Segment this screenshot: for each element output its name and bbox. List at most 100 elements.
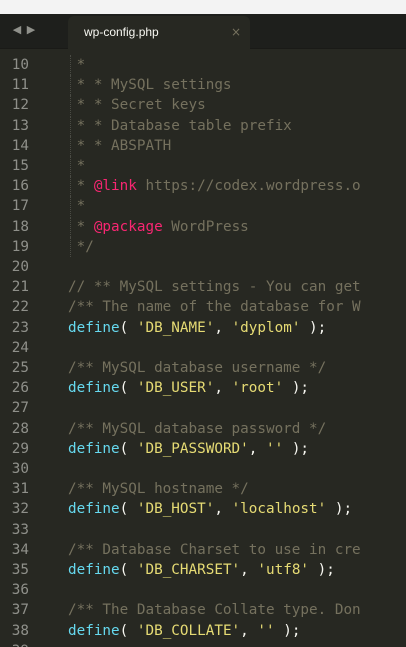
line-number: 23 bbox=[11, 319, 29, 336]
code-text: * bbox=[68, 196, 86, 216]
code-token: ( bbox=[119, 380, 137, 397]
code-line[interactable]: 35 define( 'DB_CHARSET', 'utf8' ); bbox=[0, 560, 406, 580]
code-line[interactable]: 32 define( 'DB_HOST', 'localhost' ); bbox=[0, 499, 406, 519]
tab-wp-config[interactable]: wp-config.php × bbox=[68, 16, 250, 49]
code-token: ); bbox=[309, 562, 335, 578]
code-text: define( 'DB_NAME', 'dyplom' ); bbox=[68, 318, 326, 338]
code-line[interactable]: 33 bbox=[0, 520, 406, 540]
code-text: // ** MySQL settings - You can get bbox=[68, 277, 361, 297]
code-line[interactable]: 29 define( 'DB_PASSWORD', '' ); bbox=[0, 439, 406, 459]
code-token: @package bbox=[93, 218, 163, 235]
code-line[interactable]: 21 // ** MySQL settings - You can get bbox=[0, 277, 406, 297]
code-text: * * Database table prefix bbox=[68, 116, 292, 136]
line-number: 31 bbox=[11, 481, 29, 498]
line-number: 12 bbox=[11, 97, 29, 114]
code-line[interactable]: 11 * * MySQL settings bbox=[0, 75, 406, 96]
code-text: /** MySQL hostname */ bbox=[68, 479, 249, 499]
code-token: https://codex.wordpress.o bbox=[136, 178, 361, 195]
code-text: /** Database Charset to use in cre bbox=[68, 540, 361, 560]
code-line[interactable]: 12 * * Secret keys bbox=[0, 95, 406, 116]
code-line[interactable]: 38 define( 'DB_COLLATE', '' ); bbox=[0, 621, 406, 641]
code-text: define( 'DB_HOST', 'localhost' ); bbox=[68, 499, 352, 519]
line-number: 17 bbox=[11, 198, 29, 215]
line-number: 22 bbox=[11, 299, 29, 316]
code-token: ); bbox=[326, 501, 353, 518]
code-text: define( 'DB_CHARSET', 'utf8' ); bbox=[68, 560, 335, 580]
code-text: * * Secret keys bbox=[68, 95, 206, 115]
code-token: , bbox=[214, 501, 232, 518]
code-token: , bbox=[214, 319, 232, 336]
code-token: WordPress bbox=[162, 218, 249, 235]
line-number: 26 bbox=[11, 380, 29, 397]
code-token: * * Secret keys bbox=[68, 97, 206, 114]
code-line[interactable]: 16 * @link https://codex.wordpress.o bbox=[0, 176, 406, 197]
line-number: 14 bbox=[11, 137, 29, 154]
line-number: 38 bbox=[11, 622, 29, 639]
code-editor[interactable]: 10 * 11 * * MySQL settings 12 * * Secret k… bbox=[0, 49, 406, 647]
code-token: define bbox=[68, 622, 120, 639]
code-token: ( bbox=[119, 319, 137, 336]
close-icon[interactable]: × bbox=[231, 24, 241, 40]
code-token: ( bbox=[119, 440, 137, 457]
code-text: * * ABSPATH bbox=[68, 136, 172, 156]
line-number: 39 bbox=[0, 641, 29, 647]
code-token: /** MySQL database username */ bbox=[68, 360, 327, 376]
line-number: 19 bbox=[11, 238, 29, 255]
code-line[interactable]: 39 bbox=[0, 641, 406, 647]
code-text: * * MySQL settings bbox=[68, 75, 232, 95]
code-token: * * Database table prefix bbox=[68, 117, 292, 134]
code-line[interactable]: 26 define( 'DB_USER', 'root' ); bbox=[0, 378, 406, 398]
code-token: * bbox=[68, 218, 94, 235]
code-token: , bbox=[240, 622, 258, 639]
code-line[interactable]: 13 * * Database table prefix bbox=[0, 115, 406, 136]
line-number: 33 bbox=[11, 521, 29, 538]
code-line[interactable]: 14 * * ABSPATH bbox=[0, 135, 406, 156]
tab-title: wp-config.php bbox=[84, 25, 159, 39]
code-text: /** MySQL database username */ bbox=[68, 358, 326, 378]
code-line[interactable]: 20 bbox=[0, 257, 406, 277]
line-number: 10 bbox=[11, 57, 29, 73]
code-token: */ bbox=[68, 238, 94, 255]
code-text: /** The name of the database for W bbox=[68, 297, 361, 317]
line-number: 21 bbox=[11, 279, 29, 296]
code-token: define bbox=[68, 380, 120, 397]
code-token: /** MySQL hostname */ bbox=[68, 481, 249, 498]
line-number: 11 bbox=[11, 77, 29, 94]
line-number: 37 bbox=[11, 602, 29, 619]
code-line[interactable]: 37 /** The Database Collate type. Don bbox=[0, 600, 406, 620]
line-number: 32 bbox=[11, 501, 29, 518]
code-token: 'DB_PASSWORD' bbox=[136, 440, 249, 457]
code-text: define( 'DB_COLLATE', '' ); bbox=[68, 621, 300, 641]
code-token: define bbox=[68, 319, 120, 336]
forward-arrow-icon[interactable]: ▶ bbox=[25, 23, 37, 37]
code-line[interactable]: 22 /** The name of the database for W bbox=[0, 297, 406, 317]
code-line[interactable]: 24 bbox=[0, 338, 406, 358]
back-arrow-icon[interactable]: ◀ bbox=[11, 23, 23, 37]
code-text: * bbox=[68, 156, 86, 176]
line-number: 29 bbox=[11, 440, 29, 457]
code-line[interactable]: 18 * @package WordPress bbox=[0, 216, 406, 237]
code-token: /** Database Charset to use in cre bbox=[68, 541, 361, 558]
code-line[interactable]: 28 /** MySQL database password */ bbox=[0, 419, 406, 439]
code-line[interactable]: 30 bbox=[0, 459, 406, 479]
code-line[interactable]: 36 bbox=[0, 580, 406, 600]
line-number: 30 bbox=[11, 461, 29, 477]
code-token: , bbox=[214, 380, 232, 397]
code-line[interactable]: 19 */ bbox=[0, 236, 406, 257]
line-number: 28 bbox=[11, 420, 29, 437]
code-line[interactable]: 34 /** Database Charset to use in cre bbox=[0, 540, 406, 560]
code-token: ); bbox=[283, 380, 310, 397]
code-line[interactable]: 25 /** MySQL database username */ bbox=[0, 358, 406, 378]
sublime-text-window: ◀ ▶ wp-config.php × 10 * 11 * * MySQL set… bbox=[0, 0, 406, 647]
line-number: 13 bbox=[11, 117, 29, 134]
code-line[interactable]: 10 * bbox=[0, 55, 406, 75]
code-line[interactable]: 27 bbox=[0, 398, 406, 418]
code-token: * bbox=[68, 57, 86, 73]
code-token: 'utf8' bbox=[257, 562, 310, 578]
code-line[interactable]: 15 * bbox=[0, 156, 406, 176]
code-line[interactable]: 23 define( 'DB_NAME', 'dyplom' ); bbox=[0, 318, 406, 338]
code-token: '' bbox=[266, 440, 284, 457]
line-number: 20 bbox=[11, 259, 29, 275]
code-line[interactable]: 31 /** MySQL hostname */ bbox=[0, 479, 406, 499]
code-line[interactable]: 17 * bbox=[0, 196, 406, 217]
